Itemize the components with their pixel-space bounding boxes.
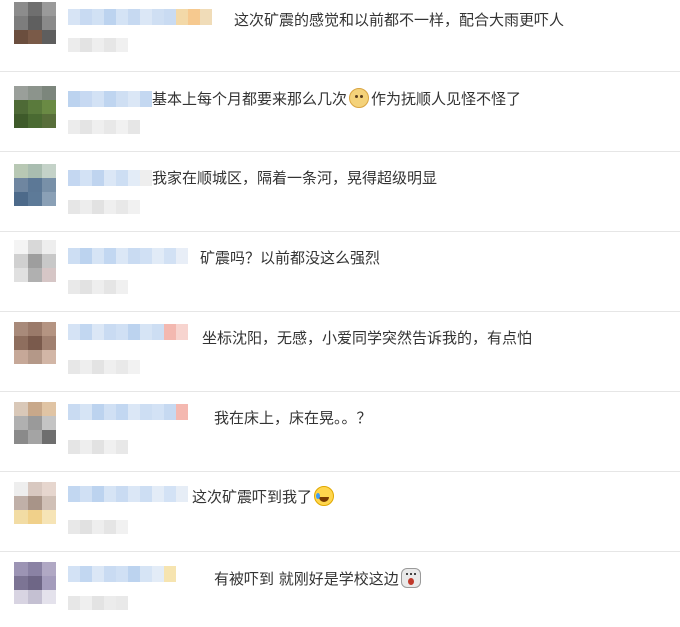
comment-item: 我在床上，床在晃。。？ <box>0 392 680 472</box>
comment-item: 有被吓到 就刚好是学校这边 <box>0 552 680 627</box>
comment-text: 这次矿震的感觉和以前都不一样，配合大雨更吓人 <box>234 10 564 30</box>
comment-item: 坐标沈阳，无感，小爱同学突然告诉我的，有点怕 <box>0 312 680 392</box>
username-blurred[interactable] <box>68 91 152 107</box>
comment-text: 矿震吗？以前都没这么强烈 <box>200 248 380 268</box>
avatar[interactable] <box>14 2 56 44</box>
timestamp-blurred <box>68 200 140 214</box>
comment-text-before: 有被吓到 就刚好是学校这边 <box>214 570 399 588</box>
username-blurred[interactable] <box>68 170 152 186</box>
comment-text-before: 我在床上，床在晃。。？ <box>214 409 372 427</box>
comment-text-after: 作为抚顺人见怪不怪了 <box>371 90 522 108</box>
avatar[interactable] <box>14 482 56 524</box>
comment-text: 这次矿震吓到我了 <box>192 486 336 507</box>
timestamp-blurred <box>68 38 128 52</box>
timestamp-blurred <box>68 520 128 534</box>
avatar[interactable] <box>14 322 56 364</box>
doge-icon <box>349 88 370 108</box>
username-blurred[interactable] <box>68 324 188 340</box>
comment-text-before: 这次矿震的感觉和以前都不一样，配合大雨更吓人 <box>234 11 565 29</box>
comment-text: 有被吓到 就刚好是学校这边 <box>214 568 423 589</box>
avatar[interactable] <box>14 86 56 128</box>
username-blurred[interactable] <box>68 404 188 420</box>
comment-item: 矿震吗？以前都没这么强烈 <box>0 232 680 312</box>
comment-text: 坐标沈阳，无感，小爱同学突然告诉我的，有点怕 <box>202 328 532 348</box>
timestamp-blurred <box>68 440 128 454</box>
avatar[interactable] <box>14 164 56 206</box>
laugh-cry-icon <box>314 486 335 506</box>
comment-text: 我家在顺城区，隔着一条河，晃得超级明显 <box>152 168 437 188</box>
comment-text-before: 坐标沈阳，无感，小爱同学突然告诉我的，有点怕 <box>202 329 533 347</box>
username-blurred[interactable] <box>68 248 188 264</box>
comment-item: 这次矿震的感觉和以前都不一样，配合大雨更吓人 <box>0 0 680 72</box>
comment-item: 这次矿震吓到我了 <box>0 472 680 552</box>
avatar[interactable] <box>14 240 56 282</box>
comment-item: 基本上每个月都要来那么几次 作为抚顺人见怪不怪了 <box>0 72 680 152</box>
comment-text-before: 这次矿震吓到我了 <box>192 488 313 506</box>
comment-text: 我在床上，床在晃。。？ <box>214 408 372 428</box>
comment-list: 这次矿震的感觉和以前都不一样，配合大雨更吓人 基本上每个月都要来那么几次 作为抚顺… <box>0 0 680 627</box>
username-blurred[interactable] <box>68 486 188 502</box>
timestamp-blurred <box>68 360 140 374</box>
shocked-face-icon <box>400 568 421 588</box>
timestamp-blurred <box>68 596 128 610</box>
comment-text-before: 矿震吗？以前都没这么强烈 <box>200 249 381 267</box>
comment-text: 基本上每个月都要来那么几次 作为抚顺人见怪不怪了 <box>152 88 521 109</box>
comment-text-before: 我家在顺城区，隔着一条河，晃得超级明显 <box>152 169 438 187</box>
comment-item: 我家在顺城区，隔着一条河，晃得超级明显 <box>0 152 680 232</box>
avatar[interactable] <box>14 402 56 444</box>
timestamp-blurred <box>68 280 128 294</box>
username-blurred[interactable] <box>68 9 212 25</box>
comment-text-before: 基本上每个月都要来那么几次 <box>152 90 348 108</box>
timestamp-blurred <box>68 120 140 134</box>
avatar[interactable] <box>14 562 56 604</box>
username-blurred[interactable] <box>68 566 176 582</box>
